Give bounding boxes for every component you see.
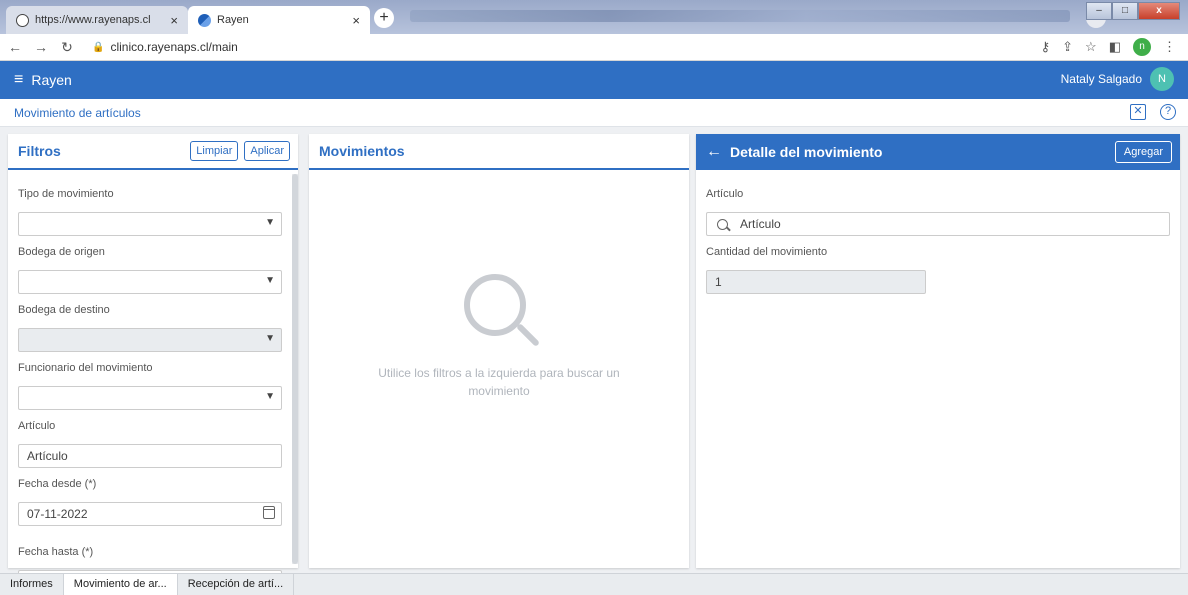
chevron-down-icon: ▼ xyxy=(265,275,275,286)
cantidad-value: 1 xyxy=(715,275,722,289)
share-icon[interactable]: ⇪ xyxy=(1062,39,1073,55)
bottom-tab-recepcion[interactable]: Recepción de artí... xyxy=(178,574,295,595)
tipo-label: Tipo de movimiento xyxy=(18,188,114,200)
filters-panel: Filtros Limpiar Aplicar Tipo de movimien… xyxy=(8,134,298,594)
app-header: ≡ Rayen Nataly Salgado N xyxy=(0,61,1188,99)
close-view-icon[interactable]: ✕ xyxy=(1130,104,1146,120)
apply-button[interactable]: Aplicar xyxy=(244,141,290,161)
address-bar: ← → ↻ 🔒 clinico.rayenaps.cl/main ⚷ ⇪ ☆ ◧… xyxy=(0,34,1188,61)
breadcrumb: Movimiento de artículos xyxy=(14,105,141,120)
fecha-desde-input[interactable]: 07-11-2022 xyxy=(18,502,282,526)
fecha-desde-label: Fecha desde (*) xyxy=(18,478,97,490)
back-icon[interactable]: ← xyxy=(4,39,26,55)
filters-header: Filtros Limpiar Aplicar xyxy=(8,134,298,170)
reload-icon[interactable]: ↻ xyxy=(56,39,78,56)
menu-dots-icon[interactable]: ⋮ xyxy=(1163,39,1176,55)
tab-title: Rayen xyxy=(217,14,249,26)
breadcrumb-bar: Movimiento de artículos ✕ ? xyxy=(0,99,1188,127)
forward-icon[interactable]: → xyxy=(30,39,52,55)
panel-title: Movimientos xyxy=(319,143,405,159)
sidepanel-icon[interactable]: ◧ xyxy=(1109,39,1121,55)
star-icon[interactable]: ☆ xyxy=(1085,39,1097,55)
detail-articulo-placeholder: Artículo xyxy=(740,217,781,231)
bottom-tab-informes[interactable]: Informes xyxy=(0,574,64,595)
back-arrow-icon[interactable]: ← xyxy=(706,143,722,161)
close-tab-icon[interactable]: × xyxy=(352,13,360,28)
globe-icon xyxy=(16,13,29,27)
movements-panel: Movimientos Utilice los filtros a la izq… xyxy=(309,134,689,568)
chevron-down-icon: ▼ xyxy=(265,391,275,402)
maximize-button[interactable]: □ xyxy=(1112,2,1138,20)
articulo-placeholder: Artículo xyxy=(27,449,68,463)
search-icon xyxy=(717,218,728,230)
chevron-down-icon: ▼ xyxy=(265,217,275,228)
origen-select[interactable]: ▼ xyxy=(18,270,282,294)
url-field[interactable]: 🔒 clinico.rayenaps.cl/main xyxy=(92,40,238,54)
cantidad-field: 1 xyxy=(706,270,926,294)
panel-title: Detalle del movimiento xyxy=(730,144,883,160)
tab-title: https://www.rayenaps.cl xyxy=(35,14,151,26)
calendar-icon[interactable] xyxy=(263,506,275,519)
funcionario-select[interactable]: ▼ xyxy=(18,386,282,410)
detail-articulo-search[interactable]: Artículo xyxy=(706,212,1170,236)
articulo-input[interactable]: Artículo xyxy=(18,444,282,468)
destino-label: Bodega de destino xyxy=(18,304,110,316)
origen-label: Bodega de origen xyxy=(18,246,105,258)
help-icon[interactable]: ? xyxy=(1160,104,1176,120)
detail-header: ← Detalle del movimiento Agregar xyxy=(696,134,1180,170)
browser-tab-rayen[interactable]: Rayen × xyxy=(188,6,370,34)
hamburger-menu-icon[interactable]: ≡ xyxy=(14,71,23,89)
movements-header: Movimientos xyxy=(309,134,689,170)
close-tab-icon[interactable]: × xyxy=(170,13,178,28)
fecha-desde-value: 07-11-2022 xyxy=(27,507,88,521)
chevron-down-icon: ▼ xyxy=(265,333,275,344)
minimize-button[interactable]: – xyxy=(1086,2,1112,20)
user-name: Nataly Salgado xyxy=(1060,72,1142,86)
avatar[interactable]: N xyxy=(1150,67,1174,91)
browser-tab-rayenaps[interactable]: https://www.rayenaps.cl × xyxy=(6,6,188,34)
search-icon xyxy=(454,274,544,354)
bottom-tab-movimiento[interactable]: Movimiento de ar... xyxy=(63,574,178,595)
empty-state: Utilice los filtros a la izquierda para … xyxy=(309,274,689,400)
window-close-button[interactable]: x xyxy=(1138,2,1180,20)
cantidad-label: Cantidad del movimiento xyxy=(706,246,828,258)
app-title: Rayen xyxy=(31,72,72,88)
lock-icon: 🔒 xyxy=(92,41,105,53)
key-icon[interactable]: ⚷ xyxy=(1041,39,1051,55)
scrollbar-thumb[interactable] xyxy=(292,174,298,564)
url-text: clinico.rayenaps.cl/main xyxy=(110,40,238,54)
tipo-select[interactable]: ▼ xyxy=(18,212,282,236)
rayen-logo-icon xyxy=(198,13,211,27)
articulo-label: Artículo xyxy=(18,420,56,432)
destino-select[interactable]: ▼ xyxy=(18,328,282,352)
funcionario-label: Funcionario del movimiento xyxy=(18,362,153,374)
bottom-tab-bar: Informes Movimiento de ar... Recepción d… xyxy=(0,573,1188,595)
panel-title: Filtros xyxy=(18,143,61,159)
clear-button[interactable]: Limpiar xyxy=(190,141,239,161)
fecha-hasta-label: Fecha hasta (*) xyxy=(18,546,94,558)
add-button[interactable]: Agregar xyxy=(1114,141,1172,163)
detail-panel: ← Detalle del movimiento Agregar Artícul… xyxy=(696,134,1180,568)
browser-tab-strip: https://www.rayenaps.cl × Rayen × + ▾ – … xyxy=(0,0,1188,34)
user-menu[interactable]: Nataly Salgado N xyxy=(1061,67,1174,91)
new-tab-button[interactable]: + xyxy=(374,8,394,28)
detail-articulo-label: Artículo xyxy=(706,188,744,200)
window-controls: – □ x xyxy=(1086,2,1180,20)
profile-avatar[interactable]: n xyxy=(1133,38,1151,56)
blurred-area xyxy=(410,10,1070,22)
empty-state-text: Utilice los filtros a la izquierda para … xyxy=(378,366,620,398)
